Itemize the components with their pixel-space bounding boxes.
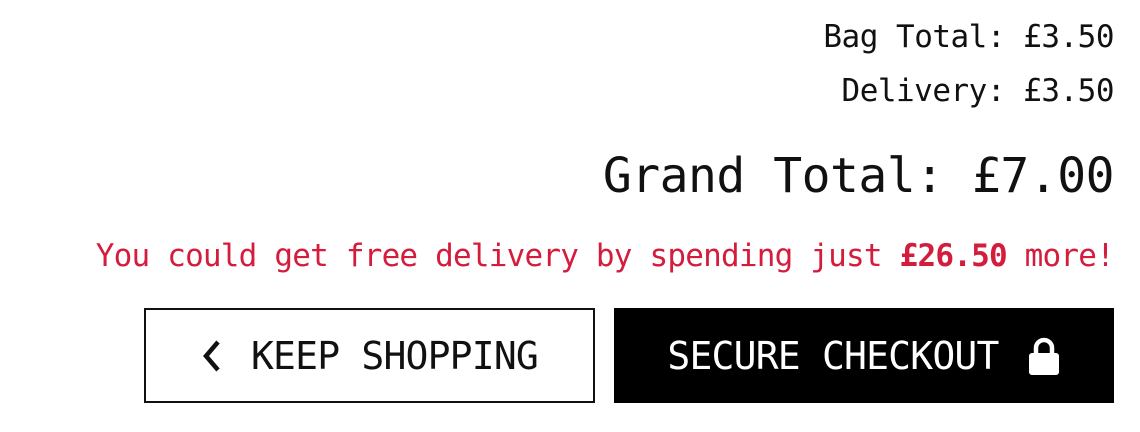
chevron-left-icon: [201, 338, 223, 374]
bag-total: Bag Total: £3.50: [823, 19, 1114, 55]
lock-icon: [1027, 336, 1061, 376]
secure-checkout-button[interactable]: SECURE CHECKOUT: [614, 308, 1114, 403]
free-delivery-amount: £26.50: [899, 238, 1008, 274]
free-delivery-message: You could get free delivery by spending …: [20, 233, 1115, 279]
free-delivery-prefix: You could get free delivery by spending …: [95, 238, 900, 274]
grand-total: Grand Total: £7.00: [602, 148, 1115, 204]
keep-shopping-button[interactable]: KEEP SHOPPING: [144, 308, 595, 403]
secure-checkout-label: SECURE CHECKOUT: [667, 333, 999, 378]
delivery-cost: Delivery: £3.50: [841, 73, 1115, 109]
order-summary: Bag Total: £3.50 Delivery: £3.50 Grand T…: [14, 0, 1115, 204]
keep-shopping-label: KEEP SHOPPING: [250, 333, 539, 378]
free-delivery-suffix: more!: [1006, 238, 1115, 274]
